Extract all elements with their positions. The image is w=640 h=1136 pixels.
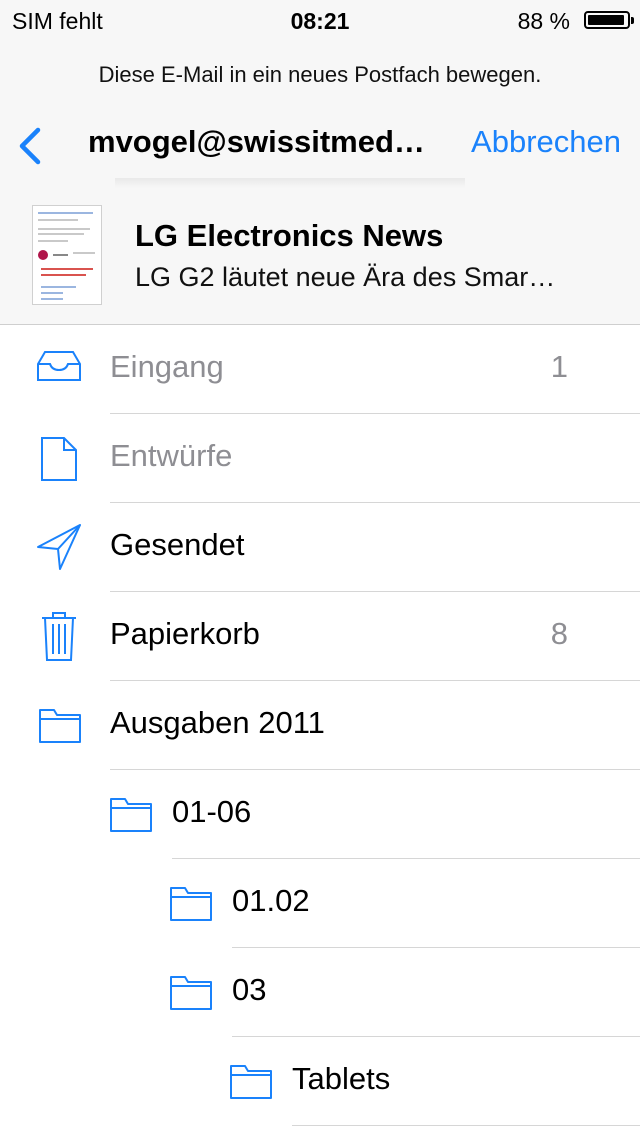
mailbox-label: 01.02: [232, 883, 310, 918]
cancel-button[interactable]: Abbrechen: [471, 124, 621, 160]
folder-icon: [229, 1064, 273, 1100]
mailbox-label: Tablets: [292, 1061, 391, 1096]
trash-icon: [40, 610, 78, 662]
mailbox-count: 8: [550, 616, 568, 651]
status-bar: SIM fehlt 08:21 88 %: [0, 0, 640, 40]
folder-icon: [169, 886, 213, 922]
message-subject: LG G2 läutet neue Ära des Smar…: [135, 262, 556, 292]
mailbox-row-ausgaben-2011[interactable]: Ausgaben 2011: [0, 681, 640, 770]
draft-icon: [40, 436, 78, 482]
mailbox-label: Papierkorb: [110, 616, 260, 651]
account-title: mvogel@swissitmed…: [88, 124, 425, 159]
mailbox-label: Eingang: [110, 349, 224, 384]
mailbox-label: 01-06: [172, 794, 252, 829]
move-prompt: Diese E-Mail in ein neues Postfach beweg…: [98, 62, 542, 87]
mailbox-label: 03: [232, 972, 267, 1007]
mailbox-row-01-02[interactable]: 01.02: [0, 859, 640, 948]
message-sender: LG Electronics News: [135, 218, 444, 253]
nav-shadow: [115, 178, 465, 188]
back-chevron-icon[interactable]: [14, 126, 50, 166]
inbox-icon: [36, 350, 82, 382]
mailbox-row-gesendet[interactable]: Gesendet: [0, 503, 640, 592]
message-thumbnail: [32, 205, 102, 305]
battery-icon: [584, 11, 634, 29]
mailbox-count: 1: [550, 349, 568, 384]
folder-icon: [109, 797, 153, 833]
mailbox-label: Gesendet: [110, 527, 245, 562]
navigation-bar: mvogel@swissitmed… Abbrechen: [0, 112, 640, 178]
mailbox-row-papierkorb[interactable]: Papierkorb 8: [0, 592, 640, 681]
mailbox-row-03[interactable]: 03: [0, 948, 640, 1037]
mailbox-row-eingang: Eingang 1: [0, 325, 640, 414]
mailbox-row-01-06[interactable]: 01-06: [0, 770, 640, 859]
mailbox-row-tablets[interactable]: Tablets: [0, 1037, 640, 1126]
folder-icon: [169, 975, 213, 1011]
battery-percent: 88 %: [517, 8, 570, 34]
mailbox-row-entwuerfe: Entwürfe: [0, 414, 640, 503]
mailbox-label: Ausgaben 2011: [110, 705, 325, 740]
folder-icon: [38, 708, 82, 744]
mailbox-label: Entwürfe: [110, 438, 233, 473]
sent-icon: [36, 523, 82, 571]
